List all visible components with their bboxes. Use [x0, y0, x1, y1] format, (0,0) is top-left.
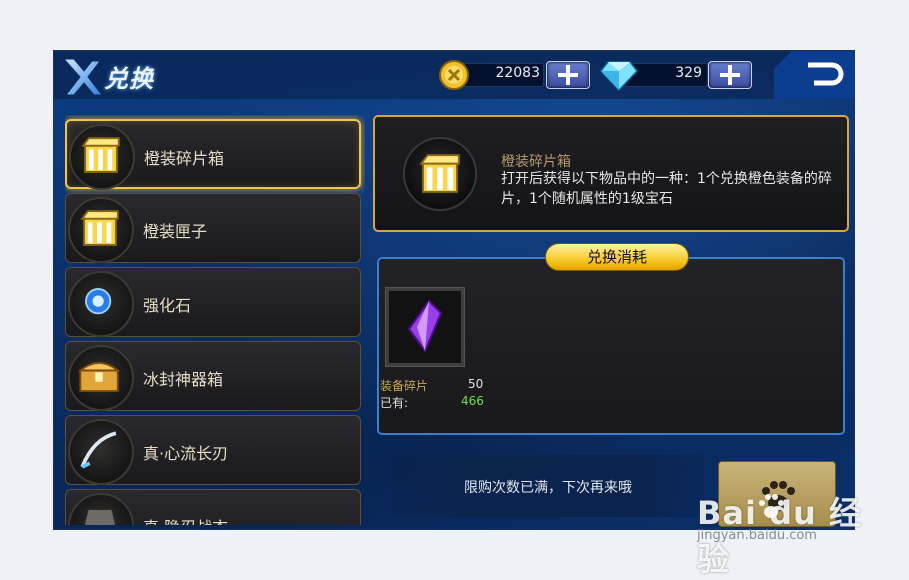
exchange-cost-label: 兑换消耗: [545, 243, 689, 271]
list-item-label: 冰封神器箱: [143, 370, 224, 389]
golden-chest-icon: [69, 124, 135, 190]
gold-coin-icon: [439, 60, 469, 90]
detail-item-name: 橙装碎片箱: [501, 154, 571, 170]
return-arrow-icon: [808, 59, 844, 86]
list-item[interactable]: 冰封神器箱: [65, 341, 361, 411]
list-item[interactable]: 真·心流长刃: [65, 415, 361, 485]
golden-chest-icon: [403, 137, 477, 211]
limit-message: 限购次数已满，下次再来哦: [464, 480, 632, 496]
add-diamond-button[interactable]: [708, 61, 752, 89]
list-item[interactable]: 橙装碎片箱: [65, 119, 361, 190]
page-title: 兑换: [104, 65, 154, 93]
gold-amount: 22083: [495, 65, 540, 81]
back-button[interactable]: [774, 51, 854, 99]
blade-icon: [68, 419, 134, 485]
diamond-currency: 329: [600, 59, 752, 91]
list-item[interactable]: 真·隐忍战衣: [65, 489, 361, 525]
list-item-label: 真·隐忍战衣: [143, 514, 228, 525]
detail-description: 打开后获得以下物品中的一种：1个兑换橙色装备的碎片，1个随机属性的1级宝石: [501, 171, 832, 207]
diamond-icon: [600, 61, 638, 91]
add-gold-button[interactable]: [546, 61, 590, 89]
owned-label: 已有:: [380, 396, 409, 410]
cost-item-slot[interactable]: [385, 287, 465, 367]
gold-currency: 22083: [438, 59, 590, 90]
x-logo-icon: [62, 58, 104, 96]
list-item-label: 橙装匣子: [143, 222, 208, 241]
purple-crystal-icon: [389, 291, 461, 363]
cost-required-amount: 50: [468, 377, 484, 391]
list-item-label: 强化石: [143, 296, 192, 315]
baidu-paw-icon: [759, 494, 784, 518]
item-list[interactable]: 橙装碎片箱 橙装匣子 强化石 冰封神器箱 真·心流长刃: [65, 115, 365, 525]
list-item[interactable]: 强化石: [65, 267, 361, 337]
list-item-label: 橙装碎片箱: [144, 149, 225, 168]
list-item[interactable]: 橙装匣子: [65, 193, 361, 263]
golden-box-icon: [68, 197, 134, 263]
purchase-limit-notice: 限购次数已满，下次再来哦: [392, 455, 704, 517]
enhancement-stone-icon: [68, 271, 134, 337]
top-bar: 兑换 22083 329: [54, 51, 854, 99]
cost-item-name: 装备碎片: [380, 379, 429, 393]
list-item-label: 真·心流长刃: [143, 444, 229, 463]
armor-icon: [68, 493, 134, 525]
watermark-url: jingyan.baidu.com: [697, 528, 817, 543]
item-detail-panel: 橙装碎片箱 打开后获得以下物品中的一种：1个兑换橙色装备的碎片，1个随机属性的1…: [373, 115, 849, 232]
baidu-watermark: Bai du 经验 jingyan.baidu.com: [697, 488, 867, 578]
exchange-screen: 兑换 22083 329 橙装碎片箱 橙装匣子 强化石 冰封神器箱 真·心流长刃…: [53, 50, 855, 530]
treasure-chest-icon: [68, 345, 134, 411]
diamond-amount: 329: [675, 65, 702, 81]
owned-amount: 466: [461, 394, 484, 408]
